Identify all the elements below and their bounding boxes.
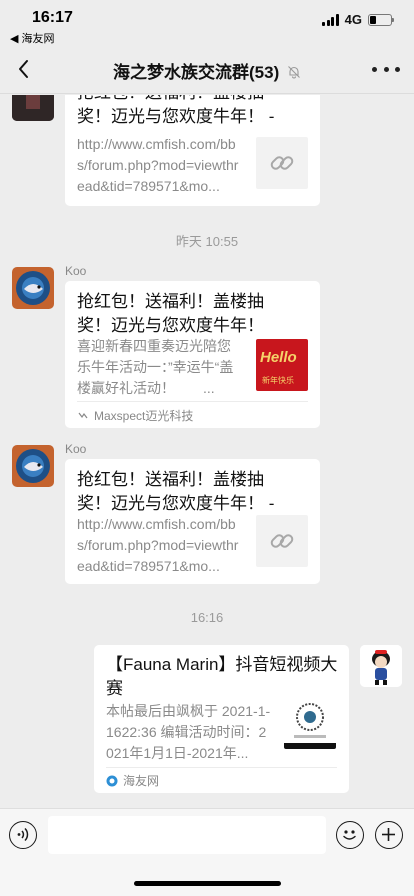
- emoji-icon: [343, 830, 356, 840]
- plus-icon: [382, 828, 395, 841]
- thumbnail-hello-text: Hello: [260, 349, 297, 366]
- status-indicators: 4G: [322, 12, 394, 27]
- status-time: 16:17: [32, 9, 73, 26]
- avatar[interactable]: [12, 445, 54, 487]
- card-title: 【Fauna Marin】抖音短视频大赛: [106, 655, 338, 698]
- my-avatar[interactable]: [360, 645, 402, 687]
- avatar-image: [360, 645, 402, 687]
- sender-name: Koo: [65, 264, 87, 278]
- card-title: 抢红包！送福利！盖楼抽奖！迈光与您欢度牛年！: [77, 292, 264, 335]
- link-icon: [270, 156, 294, 170]
- card-description: http://www.cmfish.com/bbs/forum.php?mod=…: [77, 136, 239, 194]
- more-dot-icon: [372, 66, 377, 72]
- link-thumbnail: [256, 515, 308, 567]
- card-source: Maxspect迈光科技: [77, 401, 308, 428]
- link-thumbnail: [256, 137, 308, 189]
- status-bar: 16:17 ◀ 海友网 4G: [0, 0, 414, 45]
- mute-bell-icon: [288, 66, 300, 79]
- timestamp-label: 16:16: [190, 610, 224, 625]
- link-card[interactable]: 抢红包！送福利！盖楼抽奖！迈光与您欢度牛年！ - ... http://www.…: [65, 459, 320, 584]
- sender-name: Koo: [65, 442, 87, 456]
- card-description: 本帖最后由飒枫于 2021-1-1622:36 编辑活动时间：2021年1月1日…: [106, 703, 271, 761]
- link-card[interactable]: 抢红包！送福利！盖楼抽奖！迈光与您欢度牛年！ - ... http://www.…: [65, 95, 320, 206]
- card-source: 海友网: [106, 767, 337, 793]
- emoji-button[interactable]: [336, 821, 364, 849]
- battery-level: [370, 15, 376, 24]
- signal-icon: [322, 13, 339, 26]
- more-dot-icon: [395, 66, 400, 72]
- mini-program-icon: [78, 412, 88, 419]
- link-icon: [270, 534, 294, 548]
- link-card[interactable]: 【Fauna Marin】抖音短视频大赛 本帖最后由飒枫于 2021-1-162…: [94, 645, 349, 793]
- avatar-image: [12, 267, 54, 309]
- network-type: 4G: [344, 12, 362, 27]
- avatar[interactable]: [12, 95, 54, 121]
- timestamp-label: 昨天 10:55: [175, 234, 239, 249]
- voice-input-button[interactable]: [9, 821, 37, 849]
- card-description: 喜迎新春四重奏迈光陪您乐牛年活动一：”幸运牛“盖楼赢好礼活动！ ...: [77, 338, 234, 396]
- link-card[interactable]: 抢红包！送福利！盖楼抽奖！迈光与您欢度牛年！ 喜迎新春四重奏迈光陪您乐牛年活动一…: [65, 281, 320, 428]
- avatar-image: [12, 445, 54, 487]
- site-logo-icon: [106, 775, 118, 786]
- more-dot-icon: [383, 66, 389, 72]
- thumbnail-caption: 新年快乐: [262, 376, 294, 385]
- avatar[interactable]: [12, 267, 54, 309]
- card-description: http://www.cmfish.com/bbs/forum.php?mod=…: [77, 516, 239, 574]
- more-functions-button[interactable]: [375, 821, 403, 849]
- article-thumbnail: [284, 697, 336, 749]
- card-title: 抢红包！送福利！盖楼抽奖！迈光与您欢度牛年！ - ...: [77, 95, 275, 126]
- message-text-input[interactable]: [48, 816, 326, 854]
- card-title: 抢红包！送福利！盖楼抽奖！迈光与您欢度牛年！ - ...: [77, 470, 275, 513]
- home-indicator[interactable]: [134, 881, 281, 886]
- article-thumbnail: Hello 新年快乐: [256, 339, 308, 391]
- avatar-image: [12, 95, 54, 121]
- chat-header: 海之梦水族交流群(53): [0, 44, 414, 94]
- chat-title: 海之梦水族交流群(53): [113, 63, 280, 82]
- source-name: 海友网: [123, 774, 160, 788]
- more-options-button[interactable]: [372, 56, 400, 82]
- qr-code-image: [284, 697, 336, 749]
- voice-icon: [17, 827, 29, 842]
- chat-message-list[interactable]: 抢红包！送福利！盖楼抽奖！迈光与您欢度牛年！ - ... http://www.…: [0, 95, 414, 808]
- battery-icon: [368, 13, 394, 26]
- source-name: Maxspect迈光科技: [94, 408, 194, 423]
